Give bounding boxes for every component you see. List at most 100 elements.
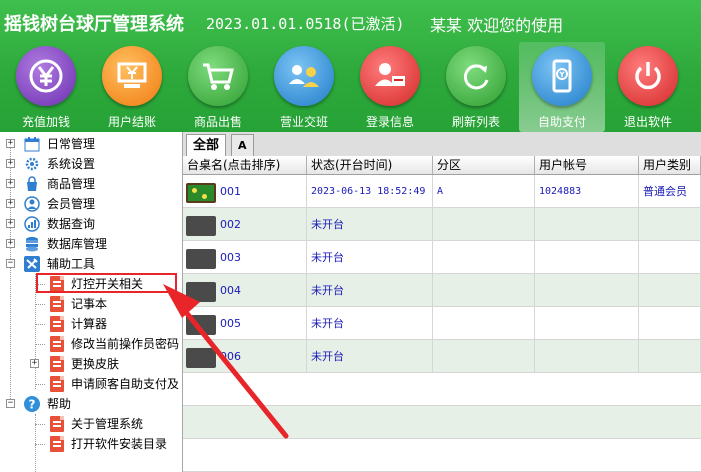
account-cell bbox=[535, 274, 639, 307]
table-name-cell: 005 bbox=[183, 307, 307, 340]
tree-item-about[interactable]: 关于管理系统 bbox=[0, 414, 182, 434]
tab-all[interactable]: 全部 bbox=[186, 134, 227, 156]
document-icon bbox=[50, 436, 64, 452]
table-row[interactable]: 003 未开台 bbox=[183, 241, 701, 274]
status-cell: 未开台 bbox=[307, 340, 433, 373]
login-info-icon bbox=[360, 46, 420, 106]
tree-item-skin[interactable]: + 更换皮肤 bbox=[0, 354, 182, 374]
billiard-table-icon bbox=[186, 348, 216, 368]
cart-icon bbox=[188, 46, 248, 106]
account-cell bbox=[535, 307, 639, 340]
table-name-cell: 002 bbox=[183, 208, 307, 241]
table-name-cell: 001 bbox=[183, 175, 307, 208]
user-type-cell bbox=[639, 340, 701, 373]
app-version: 2023.01.01.0518(已激活) bbox=[206, 15, 405, 33]
tree-label: 系统设置 bbox=[47, 157, 96, 171]
table-row[interactable]: 004 未开台 bbox=[183, 274, 701, 307]
tree-item-tools[interactable]: − 辅助工具 bbox=[0, 254, 182, 274]
document-icon bbox=[50, 336, 64, 352]
power-icon bbox=[618, 46, 678, 106]
column-header-user-type[interactable]: 用户类别 bbox=[639, 156, 701, 174]
expand-icon[interactable]: + bbox=[6, 239, 15, 248]
sell-goods-button[interactable]: 商品出售 bbox=[175, 42, 261, 132]
help-icon: ? bbox=[24, 396, 40, 412]
zone-cell bbox=[433, 241, 535, 274]
table-list-panel: 全部 A 台桌名(点击排序) 状态(开台时间) 分区 用户帐号 用户类别 001… bbox=[183, 132, 701, 472]
column-header-table-name[interactable]: 台桌名(点击排序) bbox=[183, 156, 307, 174]
tree-label: 修改当前操作员密码 bbox=[71, 337, 180, 351]
login-info-button[interactable]: 登录信息 bbox=[347, 42, 433, 132]
empty-row bbox=[183, 373, 701, 406]
table-name-cell: 006 bbox=[183, 340, 307, 373]
cashier-icon bbox=[102, 46, 162, 106]
tree-item-members[interactable]: + 会员管理 bbox=[0, 194, 182, 214]
tree-label: 记事本 bbox=[71, 297, 108, 311]
tree-item-query[interactable]: + 数据查询 bbox=[0, 214, 182, 234]
column-header-account[interactable]: 用户帐号 bbox=[535, 156, 639, 174]
billiard-table-icon bbox=[186, 315, 216, 335]
tree-label: 数据库管理 bbox=[47, 237, 108, 251]
expand-icon[interactable]: + bbox=[6, 159, 15, 168]
tools-icon bbox=[24, 256, 40, 272]
billiard-table-icon bbox=[186, 249, 216, 269]
exit-button[interactable]: 退出软件 bbox=[605, 42, 691, 132]
checkout-button[interactable]: 用户结账 bbox=[89, 42, 175, 132]
tree-label: 会员管理 bbox=[47, 197, 96, 211]
expand-icon[interactable]: + bbox=[30, 359, 39, 368]
table-row[interactable]: 002 未开台 bbox=[183, 208, 701, 241]
account-cell bbox=[535, 340, 639, 373]
table-row[interactable]: 006 未开台 bbox=[183, 340, 701, 373]
refresh-button[interactable]: 刷新列表 bbox=[433, 42, 519, 132]
tree-item-self-pay-apply[interactable]: 申请顾客自助支付及 bbox=[0, 374, 182, 394]
refresh-label: 刷新列表 bbox=[451, 115, 500, 129]
billiard-table-icon bbox=[186, 183, 216, 203]
tree-item-calculator[interactable]: 计算器 bbox=[0, 314, 182, 334]
document-icon bbox=[50, 416, 64, 432]
shift-change-button[interactable]: 营业交班 bbox=[261, 42, 347, 132]
tree-item-notepad[interactable]: 记事本 bbox=[0, 294, 182, 314]
document-icon bbox=[50, 376, 64, 392]
tree-item-open-install-dir[interactable]: 打开软件安装目录 bbox=[0, 434, 182, 454]
table-row[interactable]: 005 未开台 bbox=[183, 307, 701, 340]
tree-label: 商品管理 bbox=[47, 177, 96, 191]
refresh-icon bbox=[446, 46, 506, 106]
collapse-icon[interactable]: − bbox=[6, 259, 15, 268]
self-pay-label: 自助支付 bbox=[537, 115, 586, 129]
self-pay-button[interactable]: 自助支付 bbox=[519, 42, 605, 132]
user-icon bbox=[24, 196, 40, 212]
shift-change-label: 营业交班 bbox=[279, 115, 328, 129]
expand-icon[interactable]: + bbox=[6, 179, 15, 188]
column-header-status[interactable]: 状态(开台时间) bbox=[307, 156, 433, 174]
zone-tabs: 全部 A bbox=[183, 132, 701, 157]
table-row[interactable]: 001 2023-06-13 18:52:49 A 1024883 普通会员 bbox=[183, 175, 701, 208]
phone-pay-icon bbox=[532, 46, 592, 106]
status-cell: 未开台 bbox=[307, 274, 433, 307]
column-header-zone[interactable]: 分区 bbox=[433, 156, 535, 174]
expand-icon[interactable]: + bbox=[6, 199, 15, 208]
tree-item-goods[interactable]: + 商品管理 bbox=[0, 174, 182, 194]
app-title: 摇钱树台球厅管理系统 bbox=[4, 14, 184, 35]
account-cell: 1024883 bbox=[535, 175, 639, 208]
tree-item-daily[interactable]: + 日常管理 bbox=[0, 134, 182, 154]
main-toolbar: 充值加钱 用户结账 商品出售 营业交班 登录信息 刷新列表 自助支付 退出软件 bbox=[0, 42, 701, 132]
tab-zone-a[interactable]: A bbox=[231, 134, 254, 156]
status-cell: 2023-06-13 18:52:49 bbox=[307, 175, 433, 208]
table-name-cell: 004 bbox=[183, 274, 307, 307]
user-type-cell bbox=[639, 208, 701, 241]
tree-item-change-password[interactable]: 修改当前操作员密码 bbox=[0, 334, 182, 354]
tree-item-database[interactable]: + 数据库管理 bbox=[0, 234, 182, 254]
expand-icon[interactable]: + bbox=[6, 139, 15, 148]
checkout-label: 用户结账 bbox=[107, 115, 156, 129]
expand-icon[interactable]: + bbox=[6, 219, 15, 228]
users-swap-icon bbox=[274, 46, 334, 106]
svg-text:?: ? bbox=[29, 398, 36, 412]
zone-cell bbox=[433, 307, 535, 340]
tree-item-help[interactable]: − ? 帮助 bbox=[0, 394, 182, 414]
account-cell bbox=[535, 241, 639, 274]
recharge-button[interactable]: 充值加钱 bbox=[3, 42, 89, 132]
user-type-cell bbox=[639, 241, 701, 274]
status-cell: 未开台 bbox=[307, 208, 433, 241]
tree-item-settings[interactable]: + 系统设置 bbox=[0, 154, 182, 174]
annotation-highlight-box bbox=[36, 273, 177, 293]
collapse-icon[interactable]: − bbox=[6, 399, 15, 408]
